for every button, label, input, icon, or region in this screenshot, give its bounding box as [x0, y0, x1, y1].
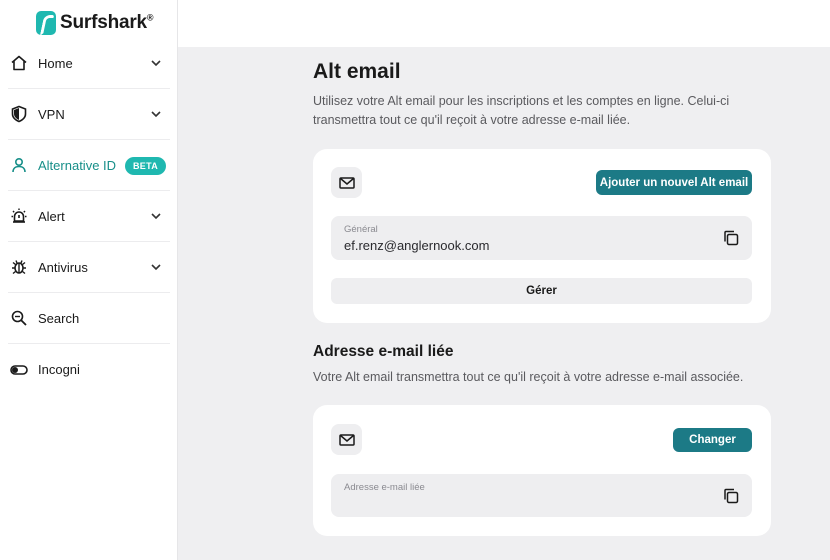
search-icon: [9, 308, 29, 328]
page-title: Alt email: [313, 60, 401, 83]
mail-icon-button: [331, 424, 362, 455]
sidebar-item-label: Alternative ID: [38, 157, 117, 173]
chevron-down-icon[interactable]: [150, 57, 162, 69]
envelope-icon: [338, 176, 355, 189]
envelope-icon: [338, 433, 355, 446]
copy-icon[interactable]: [722, 487, 740, 505]
person-icon: [9, 155, 29, 175]
linked-email-card: Changer Adresse e-mail liée: [313, 405, 771, 536]
linked-email-field[interactable]: Adresse e-mail liée: [331, 474, 752, 517]
chevron-down-icon[interactable]: [150, 108, 162, 120]
shield-icon: [9, 104, 29, 124]
alt-email-card: Ajouter un nouvel Alt email Général ef.r…: [313, 149, 771, 323]
chevron-down-icon[interactable]: [150, 261, 162, 273]
linked-email-title: Adresse e-mail liée: [313, 343, 454, 360]
sidebar-item-label: Incogni: [38, 362, 80, 377]
sidebar-item-alternative-id[interactable]: Alternative ID BETA: [8, 140, 170, 191]
manage-button[interactable]: Gérer: [331, 278, 752, 304]
home-icon: [9, 53, 29, 73]
surfshark-logo-icon: [36, 11, 56, 35]
sidebar-item-label: Search: [38, 310, 80, 326]
sidebar-item-vpn[interactable]: VPN: [8, 89, 170, 140]
sidebar-item-label: Alert: [38, 208, 65, 224]
sidebar-item-home[interactable]: Home: [8, 38, 170, 89]
brand-name: Surfshark: [60, 12, 147, 33]
surfshark-logo[interactable]: Surfshark®: [36, 10, 154, 36]
chevron-down-icon[interactable]: [150, 210, 162, 222]
mail-icon-button: [331, 167, 362, 198]
sidebar: Surfshark® Home VPN Alternative ID BETA: [0, 0, 178, 560]
sidebar-item-label: Home: [38, 55, 73, 71]
page-description: Utilisez votre Alt email pour les inscri…: [313, 94, 730, 127]
top-bar: [178, 0, 830, 47]
beta-badge: BETA: [125, 157, 167, 175]
field-label: Général: [344, 224, 378, 235]
sidebar-item-search[interactable]: Search: [8, 293, 170, 344]
linked-email-description: Votre Alt email transmettra tout ce qu'i…: [313, 370, 744, 384]
alt-email-value: ef.renz@anglernook.com: [344, 238, 490, 253]
sidebar-item-label: Antivirus: [38, 259, 88, 275]
sidebar-item-antivirus[interactable]: Antivirus: [8, 242, 170, 293]
sidebar-item-alert[interactable]: Alert: [8, 191, 170, 242]
alert-icon: [9, 206, 29, 226]
copy-icon[interactable]: [722, 229, 740, 247]
change-button[interactable]: Changer: [673, 428, 752, 452]
alt-email-field[interactable]: Général ef.renz@anglernook.com: [331, 216, 752, 260]
bug-icon: [9, 257, 29, 277]
add-alt-email-button[interactable]: Ajouter un nouvel Alt email: [596, 170, 752, 195]
sidebar-item-incogni[interactable]: Incogni: [8, 344, 170, 395]
field-label: Adresse e-mail liée: [344, 482, 425, 493]
sidebar-item-label: VPN: [38, 106, 65, 122]
brand-registered-mark: ®: [146, 12, 154, 23]
sidebar-nav: Home VPN Alternative ID BETA Alert Antiv…: [0, 38, 178, 395]
toggle-icon: [9, 360, 29, 380]
